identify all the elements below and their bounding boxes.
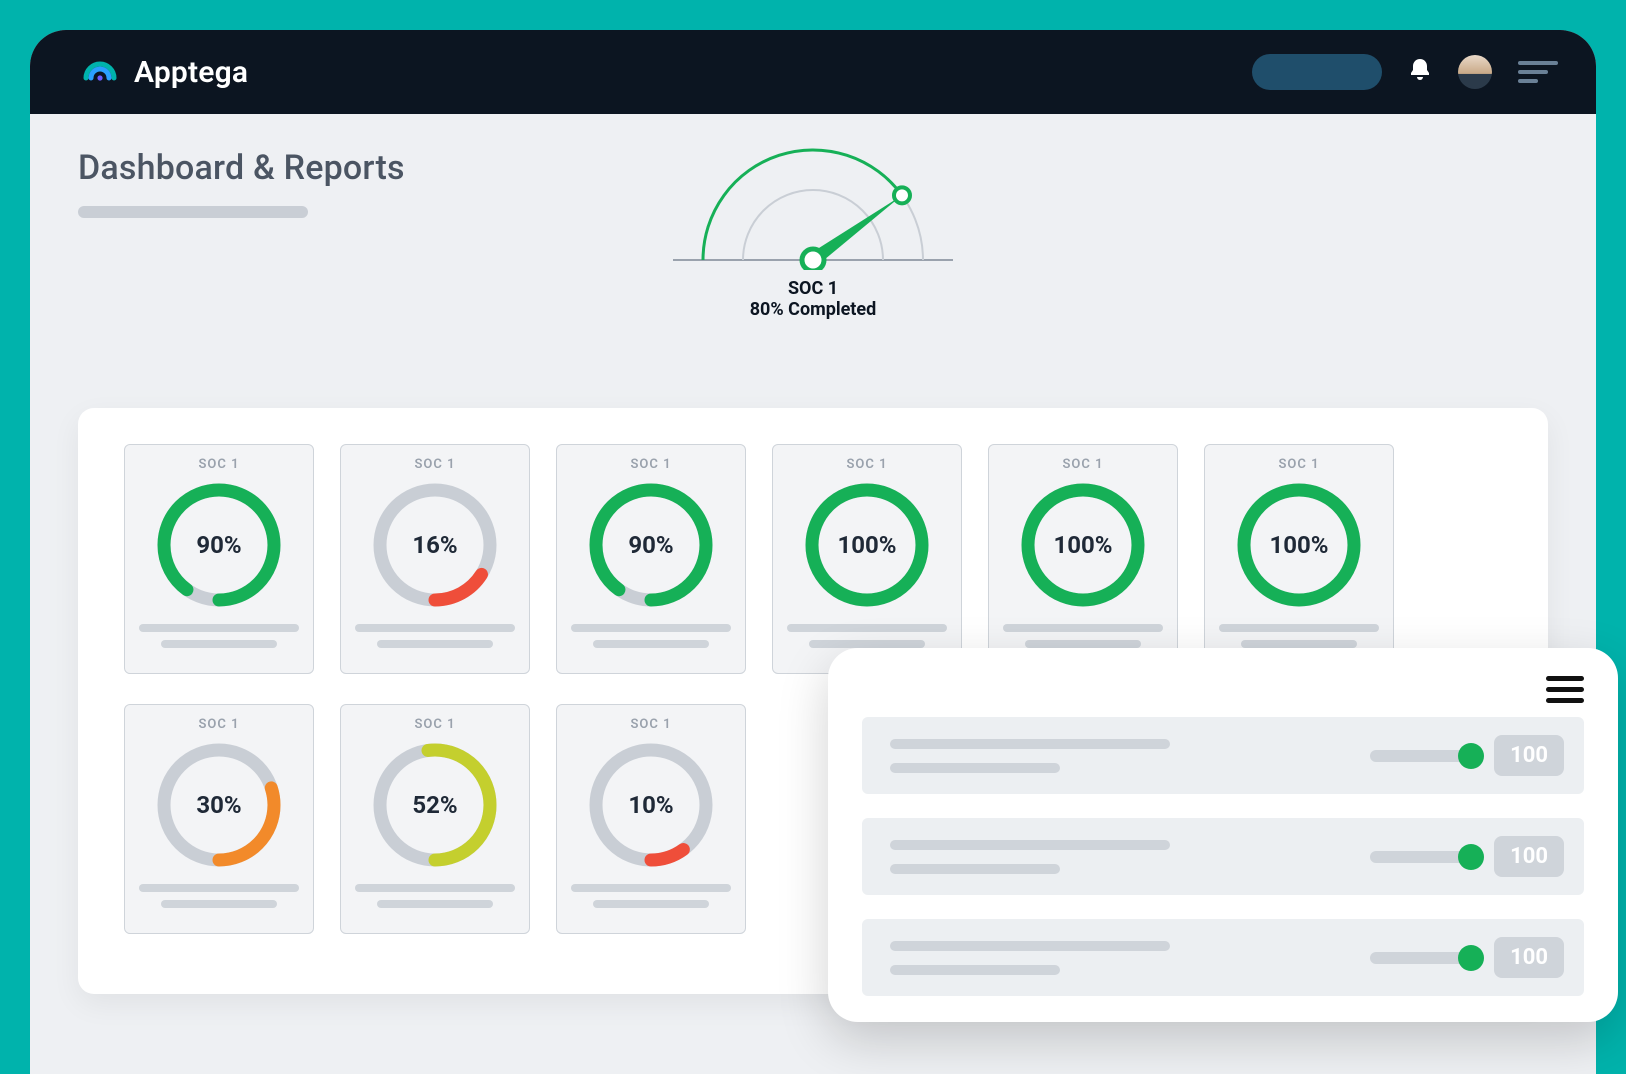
overlay-text-skeleton xyxy=(890,840,1170,874)
card-percent: 100% xyxy=(1018,480,1148,610)
card-text-skeleton xyxy=(787,624,947,648)
card-label: SOC 1 xyxy=(630,717,671,732)
compliance-card[interactable]: SOC 1 90% xyxy=(124,444,314,674)
app-window: Apptega Dashboard & Reports xyxy=(30,30,1596,1074)
gauge-icon xyxy=(653,120,973,270)
brand: Apptega xyxy=(80,50,248,94)
compliance-card[interactable]: SOC 1 16% xyxy=(340,444,530,674)
card-percent: 30% xyxy=(154,740,284,870)
card-text-skeleton xyxy=(355,624,515,648)
topbar: Apptega xyxy=(30,30,1596,114)
compliance-card[interactable]: SOC 1 30% xyxy=(124,704,314,934)
card-label: SOC 1 xyxy=(1278,457,1319,472)
card-text-skeleton xyxy=(139,624,299,648)
bell-icon[interactable] xyxy=(1408,57,1432,87)
card-text-skeleton xyxy=(571,884,731,908)
search-pill[interactable] xyxy=(1252,54,1382,90)
donut-chart: 10% xyxy=(586,740,716,870)
avatar[interactable] xyxy=(1458,55,1492,89)
donut-chart: 30% xyxy=(154,740,284,870)
compliance-card[interactable]: SOC 1 52% xyxy=(340,704,530,934)
card-label: SOC 1 xyxy=(198,717,239,732)
card-percent: 10% xyxy=(586,740,716,870)
overlay-row: 100 xyxy=(862,818,1584,895)
card-text-skeleton xyxy=(1219,624,1379,648)
card-label: SOC 1 xyxy=(198,457,239,472)
hamburger-icon[interactable] xyxy=(1546,676,1584,703)
donut-chart: 100% xyxy=(1018,480,1148,610)
score-chip: 100 xyxy=(1494,836,1564,877)
compliance-card[interactable]: SOC 1 90% xyxy=(556,444,746,674)
subtitle-skeleton xyxy=(78,206,308,218)
card-label: SOC 1 xyxy=(846,457,887,472)
compliance-card[interactable]: SOC 1 100% xyxy=(1204,444,1394,674)
score-chip: 100 xyxy=(1494,735,1564,776)
card-percent: 16% xyxy=(370,480,500,610)
overlay-row: 100 xyxy=(862,717,1584,794)
card-percent: 100% xyxy=(802,480,932,610)
card-percent: 52% xyxy=(370,740,500,870)
content: Dashboard & Reports SOC 1 80% Completed … xyxy=(30,114,1596,994)
donut-chart: 90% xyxy=(586,480,716,610)
card-percent: 90% xyxy=(586,480,716,610)
card-label: SOC 1 xyxy=(630,457,671,472)
card-percent: 90% xyxy=(154,480,284,610)
card-percent: 100% xyxy=(1234,480,1364,610)
card-label: SOC 1 xyxy=(1062,457,1103,472)
donut-chart: 100% xyxy=(802,480,932,610)
card-text-skeleton xyxy=(139,884,299,908)
compliance-card[interactable]: SOC 1 100% xyxy=(772,444,962,674)
card-text-skeleton xyxy=(1003,624,1163,648)
brand-logo-icon xyxy=(80,50,120,94)
compliance-card[interactable]: SOC 1 10% xyxy=(556,704,746,934)
donut-chart: 100% xyxy=(1234,480,1364,610)
score-slider[interactable] xyxy=(1370,851,1480,863)
card-label: SOC 1 xyxy=(414,457,455,472)
donut-chart: 52% xyxy=(370,740,500,870)
card-label: SOC 1 xyxy=(414,717,455,732)
overlay-text-skeleton xyxy=(890,739,1170,773)
brand-name: Apptega xyxy=(134,55,248,90)
gauge-subtitle: 80% Completed xyxy=(653,299,973,320)
card-text-skeleton xyxy=(355,884,515,908)
main-gauge: SOC 1 80% Completed xyxy=(653,120,973,320)
donut-chart: 16% xyxy=(370,480,500,610)
compliance-card[interactable]: SOC 1 100% xyxy=(988,444,1178,674)
card-text-skeleton xyxy=(571,624,731,648)
score-slider[interactable] xyxy=(1370,952,1480,964)
menu-icon[interactable] xyxy=(1518,61,1558,83)
score-slider[interactable] xyxy=(1370,750,1480,762)
score-chip: 100 xyxy=(1494,937,1564,978)
topbar-actions xyxy=(1252,54,1558,90)
donut-chart: 90% xyxy=(154,480,284,610)
overlay-row: 100 xyxy=(862,919,1584,996)
overlay-text-skeleton xyxy=(890,941,1170,975)
overlay-panel: 100 100 100 xyxy=(828,648,1618,1022)
gauge-title: SOC 1 xyxy=(653,278,973,299)
